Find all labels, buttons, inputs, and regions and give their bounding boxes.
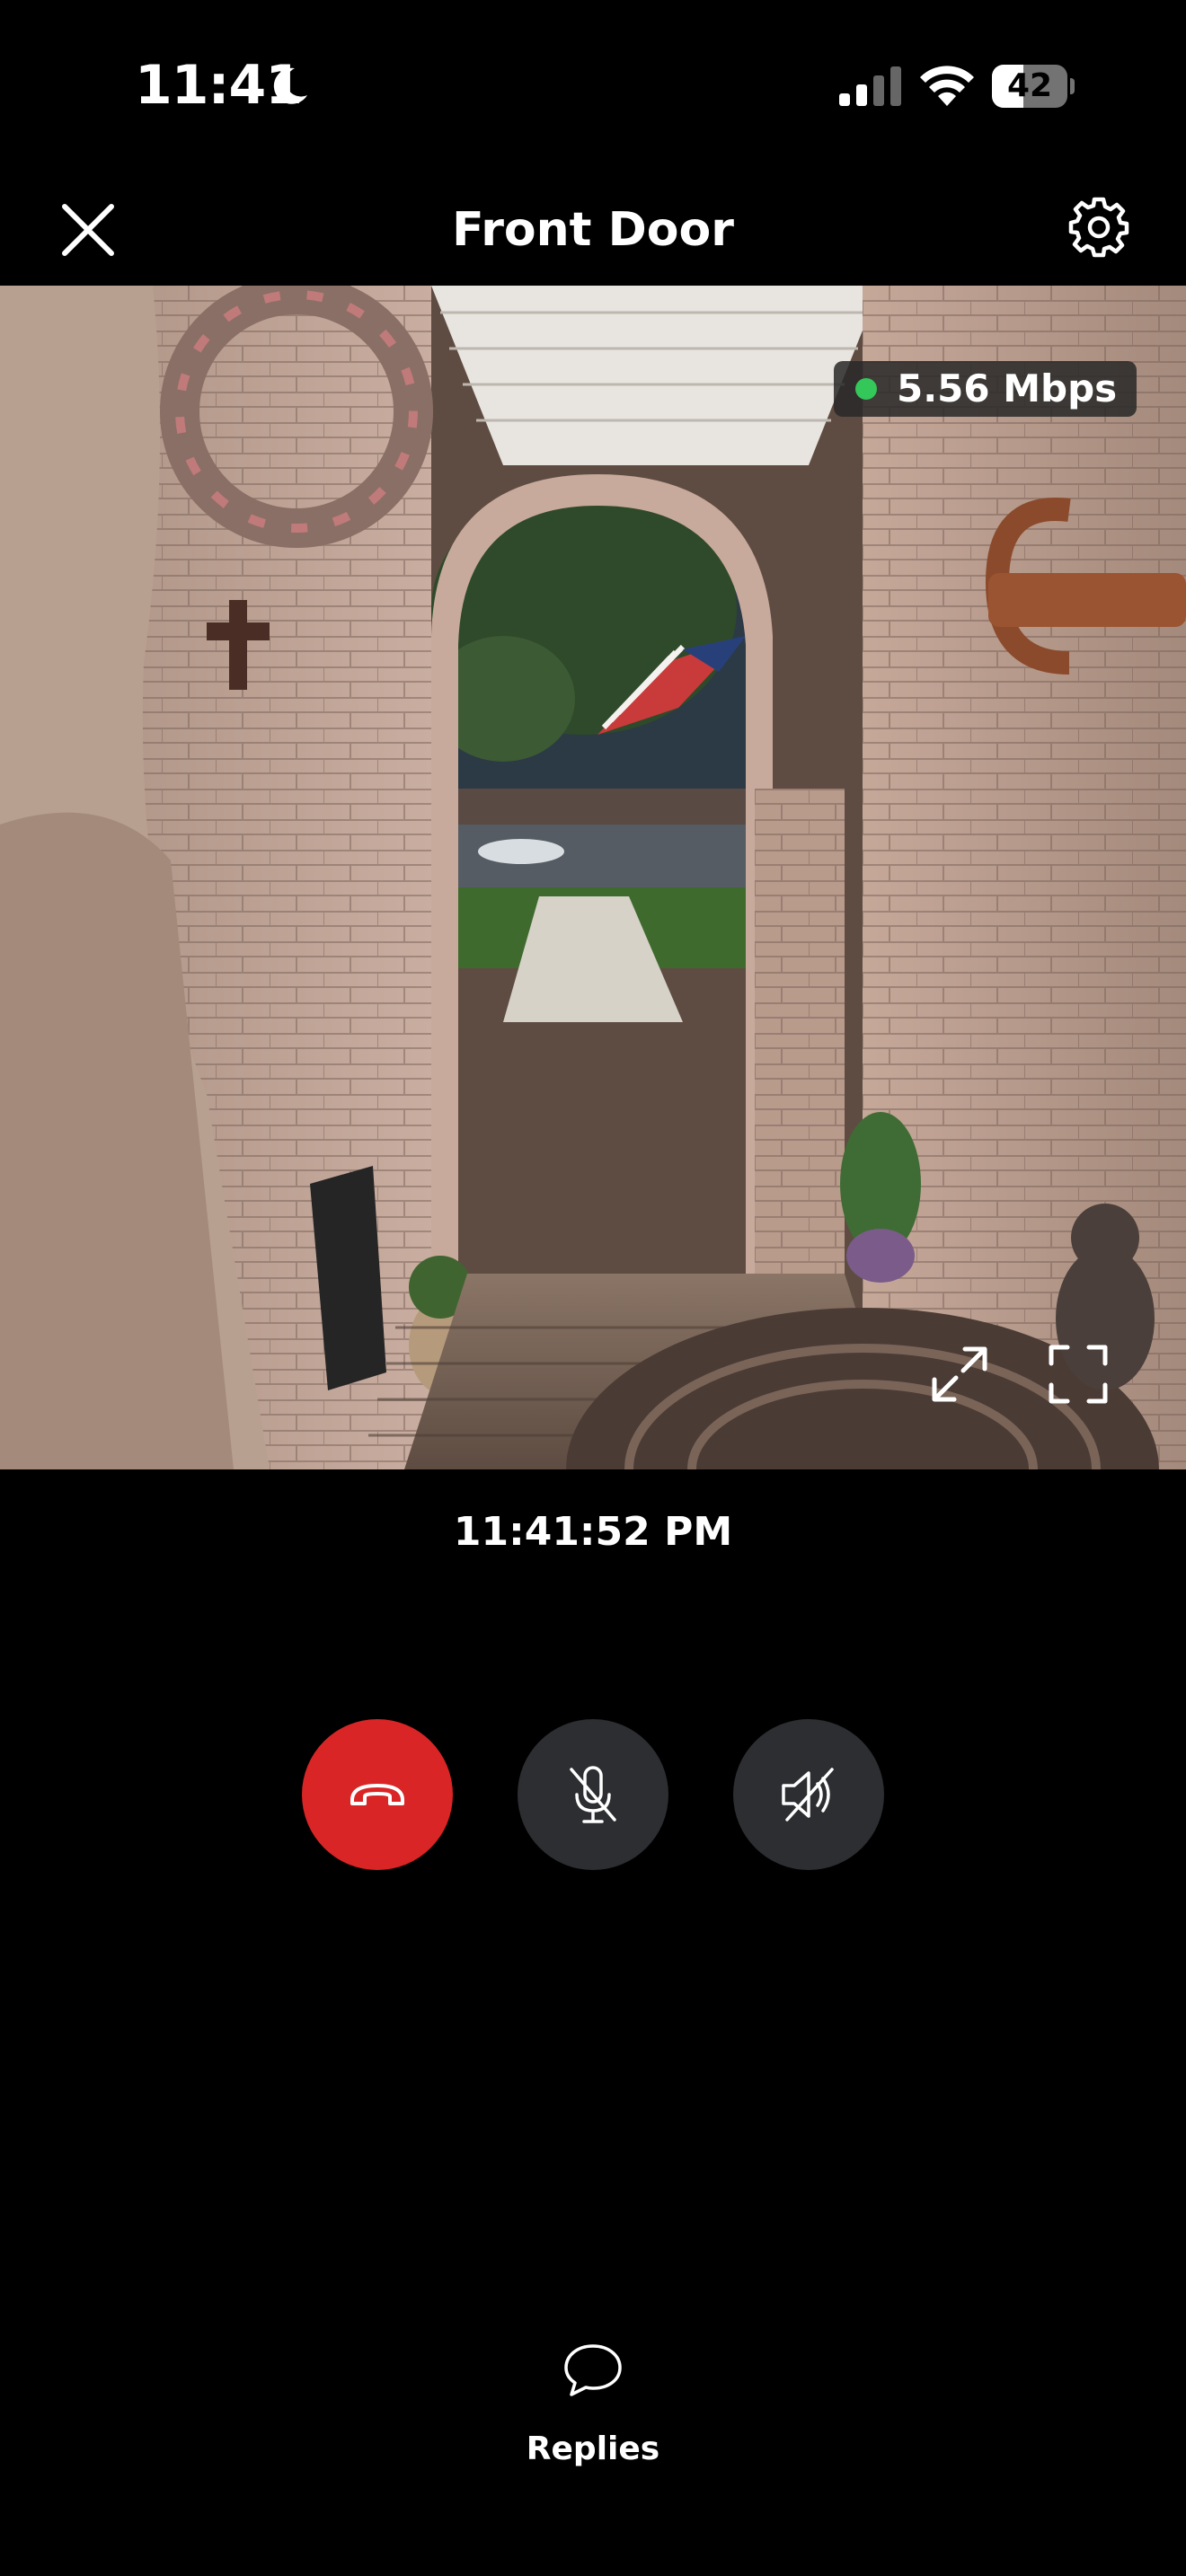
cellular-signal-icon <box>839 66 901 106</box>
mute-mic-button[interactable] <box>518 1719 668 1870</box>
wifi-icon <box>920 66 974 106</box>
page-title: Front Door <box>452 203 734 257</box>
battery-percent: 42 <box>1006 67 1053 104</box>
bitrate-badge: 5.56 Mbps <box>834 361 1137 417</box>
expand-icon[interactable] <box>927 1342 992 1407</box>
fullscreen-icon[interactable] <box>1046 1342 1111 1407</box>
gear-icon[interactable] <box>1066 194 1132 260</box>
mic-off-icon <box>570 1766 616 1823</box>
camera-image <box>0 286 1186 1469</box>
status-bar: 11:41 42 <box>0 0 1186 171</box>
header: Front Door <box>0 171 1186 286</box>
moon-icon <box>273 67 307 104</box>
speaker-off-icon <box>782 1768 834 1822</box>
video-feed[interactable]: 5.56 Mbps <box>0 286 1186 1469</box>
phone-hangup-icon <box>350 1784 404 1805</box>
replies-label: Replies <box>526 2430 660 2467</box>
bitrate-value: 5.56 Mbps <box>897 366 1118 410</box>
chat-bubble-icon <box>564 2344 622 2396</box>
video-timestamp: 11:41:52 PM <box>453 1509 733 1555</box>
hangup-button[interactable] <box>302 1719 453 1870</box>
replies-button[interactable]: Replies <box>485 2335 701 2479</box>
battery-icon: 42 <box>992 65 1075 108</box>
speaker-button[interactable] <box>733 1719 884 1870</box>
live-indicator <box>855 378 877 400</box>
